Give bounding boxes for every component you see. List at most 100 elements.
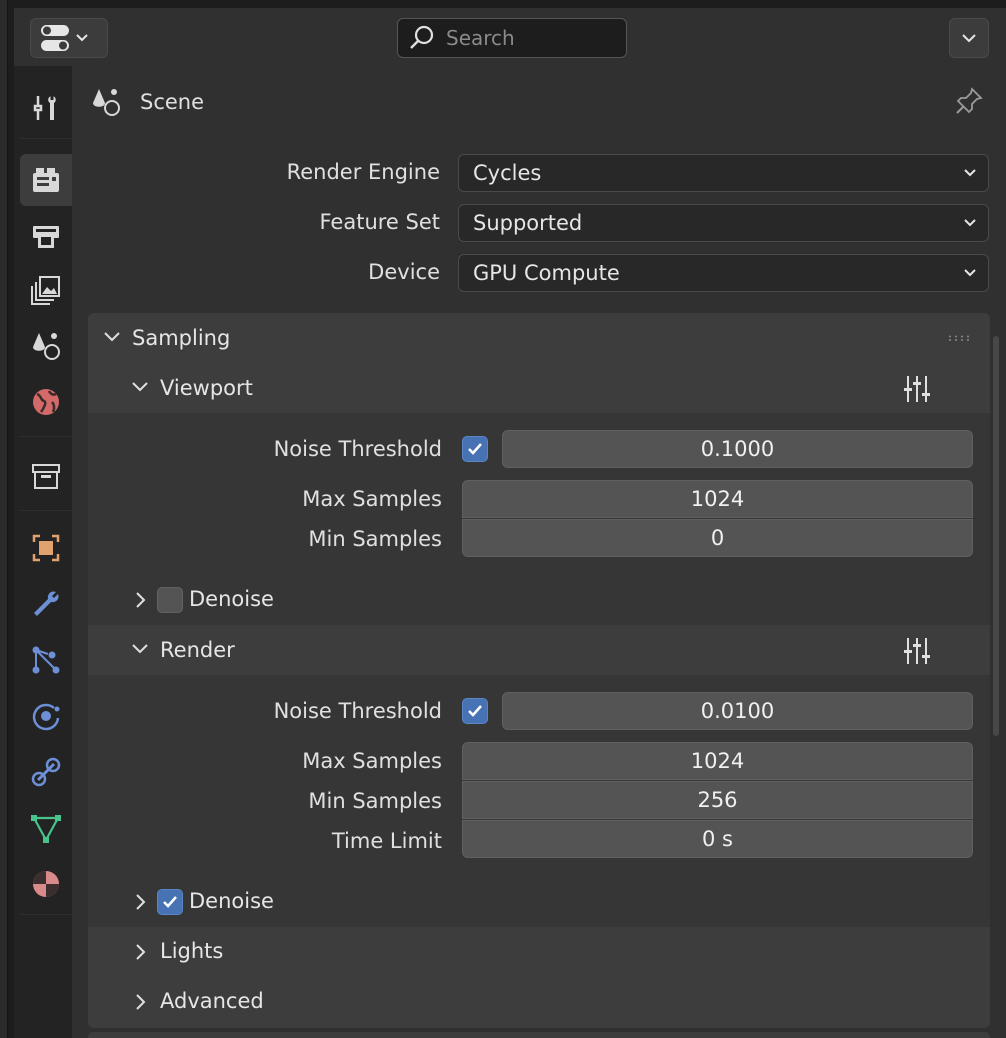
wrench-icon [34, 591, 59, 616]
chevron-down-icon [964, 269, 976, 277]
render-time-limit-field[interactable]: 0 s [462, 820, 973, 858]
feature-set-value: Supported [473, 211, 583, 235]
device-label: Device [368, 260, 440, 284]
physics-icon [32, 703, 60, 731]
feature-set-dropdown[interactable]: Supported [458, 204, 989, 242]
scene-icon [93, 89, 120, 116]
mesh-data-icon [31, 815, 61, 843]
collection-box-icon [32, 464, 60, 489]
chevron-down-icon [962, 34, 976, 43]
render-engine-label: Render Engine [286, 160, 440, 184]
vertical-scrollbar[interactable] [993, 336, 999, 736]
render-subpanel-header[interactable]: Render [88, 625, 990, 675]
viewport-max-samples-field[interactable]: 1024 [462, 480, 973, 518]
chevron-down-icon [104, 332, 120, 342]
advanced-title: Advanced [160, 989, 264, 1013]
render-noise-threshold-field[interactable]: 0.0100 [502, 692, 973, 730]
viewport-subpanel-body: Noise Threshold 0.1000 Max Samples 1024 … [88, 413, 990, 625]
scene-icon [33, 333, 60, 360]
chevron-right-icon [136, 894, 146, 910]
viewport-denoise-subpanel-header[interactable]: Denoise [88, 575, 990, 625]
editor-header: Search [14, 8, 1006, 66]
tab-tool[interactable] [20, 82, 72, 134]
presets-sliders-icon[interactable] [902, 374, 932, 404]
tab-separator [20, 510, 72, 511]
editor-type-button[interactable] [30, 18, 108, 58]
tool-icon [33, 95, 56, 120]
window-edge [0, 0, 8, 1038]
object-icon [32, 534, 60, 562]
checkmark-icon [468, 443, 482, 455]
properties-tab-strip [14, 66, 72, 1038]
properties-editor: Search Scene Render Engine Cycles Featur… [0, 0, 1006, 1038]
render-noise-threshold-checkbox[interactable] [462, 698, 488, 724]
chevron-right-icon [136, 592, 146, 608]
render-subpanel-body: Noise Threshold 0.0100 Max Samples 1024 … [88, 675, 990, 927]
pin-icon [956, 87, 983, 114]
viewport-noise-threshold-label: Noise Threshold [273, 437, 442, 461]
render-noise-threshold-label: Noise Threshold [273, 699, 442, 723]
drag-handle-icon[interactable] [948, 335, 972, 341]
tab-physics[interactable] [20, 690, 72, 742]
chevron-down-icon [964, 219, 976, 227]
checkmark-icon [163, 896, 177, 908]
world-icon [33, 389, 59, 415]
viewport-max-samples-label: Max Samples [302, 487, 442, 511]
tab-world[interactable] [20, 376, 72, 428]
search-input[interactable]: Search [397, 18, 627, 58]
presets-sliders-icon[interactable] [902, 636, 932, 666]
tab-modifiers[interactable] [20, 578, 72, 630]
tab-object[interactable] [20, 522, 72, 574]
lights-title: Lights [160, 939, 224, 963]
chevron-down-icon [132, 644, 148, 654]
viewport-noise-threshold-checkbox[interactable] [462, 436, 488, 462]
render-min-samples-label: Min Samples [308, 789, 442, 813]
viewport-min-samples-label: Min Samples [308, 527, 442, 551]
tab-data[interactable] [20, 802, 72, 854]
constraints-icon [31, 757, 61, 787]
render-denoise-checkbox[interactable] [157, 889, 183, 915]
tab-particles[interactable] [20, 634, 72, 686]
chevron-right-icon [136, 944, 146, 960]
options-dropdown-button[interactable] [949, 18, 989, 58]
chevron-down-icon [964, 169, 976, 177]
material-icon [33, 871, 59, 897]
render-max-samples-label: Max Samples [302, 749, 442, 773]
render-denoise-subpanel-header[interactable]: Denoise [88, 877, 990, 927]
chevron-down-icon [132, 382, 148, 392]
render-engine-dropdown[interactable]: Cycles [458, 154, 989, 192]
tab-view-layer[interactable] [20, 264, 72, 316]
sampling-title: Sampling [132, 326, 231, 350]
advanced-subpanel-header[interactable]: Advanced [88, 977, 990, 1027]
checkmark-icon [468, 705, 482, 717]
search-icon [410, 25, 434, 49]
viewport-min-samples-field[interactable]: 0 [462, 519, 973, 557]
tab-render[interactable] [20, 154, 72, 206]
window-top-edge [8, 0, 1006, 6]
next-panel-edge [88, 1032, 990, 1038]
pin-button[interactable] [954, 86, 984, 120]
render-min-samples-field[interactable]: 256 [462, 781, 973, 819]
tab-constraints[interactable] [20, 746, 72, 798]
render-max-samples-field[interactable]: 1024 [462, 742, 973, 780]
viewport-subpanel-header[interactable]: Viewport [88, 363, 990, 413]
tab-output[interactable] [20, 210, 72, 262]
render-denoise-label: Denoise [189, 889, 274, 913]
render-title: Render [160, 638, 235, 662]
render-time-limit-label: Time Limit [331, 829, 442, 853]
view-layer-icon [31, 276, 60, 305]
sampling-header[interactable]: Sampling [88, 313, 990, 363]
viewport-denoise-label: Denoise [189, 587, 274, 611]
chevron-right-icon [136, 994, 146, 1010]
viewport-title: Viewport [160, 376, 253, 400]
tab-material[interactable] [20, 858, 72, 910]
tab-separator [20, 914, 72, 915]
device-dropdown[interactable]: GPU Compute [458, 254, 989, 292]
lights-subpanel-header[interactable]: Lights [88, 927, 990, 977]
viewport-denoise-checkbox[interactable] [157, 587, 183, 613]
tab-scene[interactable] [20, 320, 72, 372]
tab-separator [20, 138, 72, 139]
tab-collection[interactable] [20, 450, 72, 502]
viewport-noise-threshold-field[interactable]: 0.1000 [502, 430, 973, 468]
tab-separator [20, 436, 72, 437]
